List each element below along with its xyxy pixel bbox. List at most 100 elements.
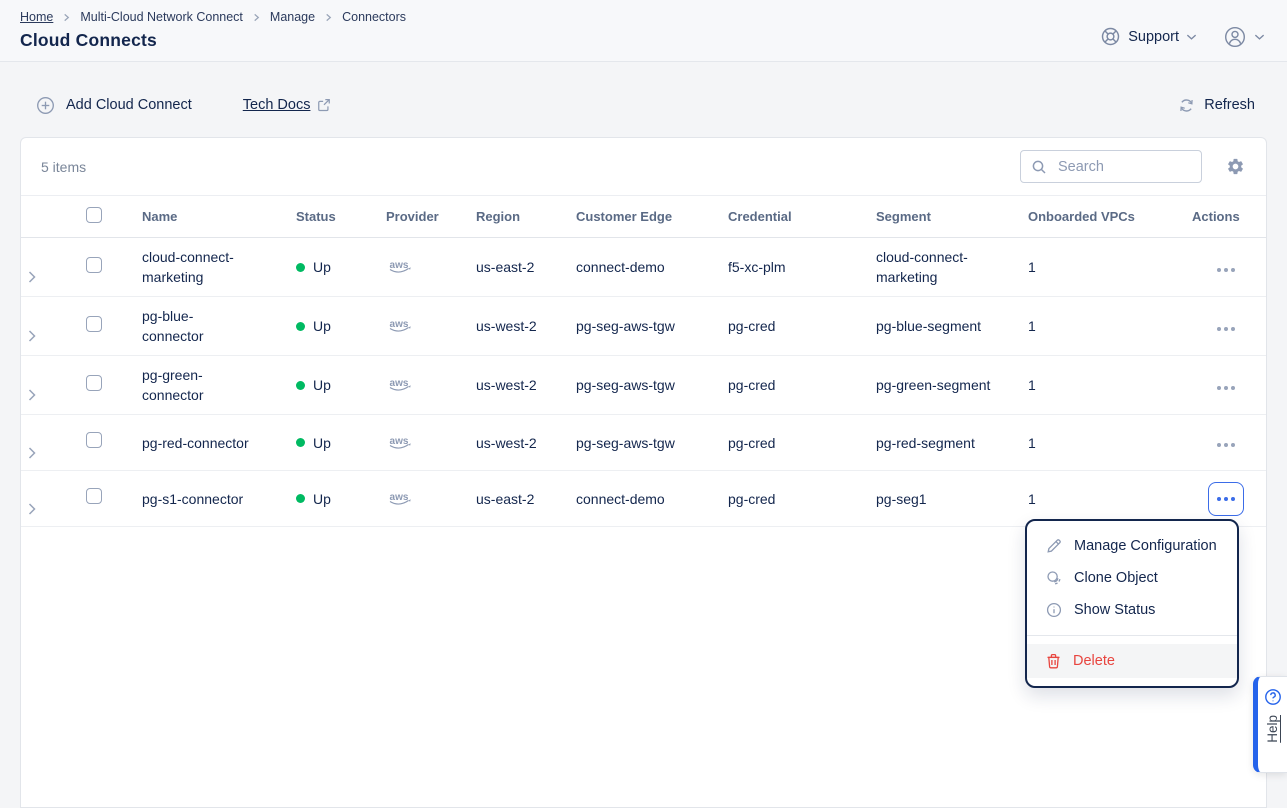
chevron-right-icon[interactable] <box>27 270 71 284</box>
table-row: pg-red-connector Up aws us-west-2 pg-seg… <box>21 415 1266 471</box>
svg-text:aws: aws <box>390 319 409 330</box>
cell-segment: pg-seg1 <box>870 471 1022 527</box>
external-link-icon <box>317 98 331 112</box>
menu-divider <box>1027 635 1237 636</box>
cell-customer-edge: pg-seg-aws-tgw <box>570 356 722 415</box>
support-label: Support <box>1128 29 1179 45</box>
cell-status: Up <box>290 356 380 415</box>
cell-region: us-east-2 <box>470 471 570 527</box>
cell-region: us-west-2 <box>470 297 570 356</box>
ellipsis-icon[interactable] <box>1211 437 1241 453</box>
chevron-right-icon[interactable] <box>27 388 71 402</box>
cell-name: pg-red-connector <box>136 415 290 471</box>
row-checkbox[interactable] <box>86 488 102 504</box>
header-segment: Segment <box>870 196 1022 238</box>
cell-status: Up <box>290 471 380 527</box>
breadcrumb-home[interactable]: Home <box>20 10 53 24</box>
ellipsis-icon[interactable] <box>1211 262 1241 278</box>
account-menu[interactable] <box>1223 25 1265 49</box>
cell-provider: aws <box>380 471 470 527</box>
cell-name: pg-blue-connector <box>136 297 290 356</box>
chevron-right-icon <box>324 13 333 22</box>
status-up-dot <box>296 322 305 331</box>
search-box[interactable] <box>1020 150 1202 183</box>
menu-item-show-status[interactable]: Show Status <box>1027 594 1237 626</box>
help-tab[interactable]: Help <box>1253 676 1287 773</box>
cell-customer-edge: connect-demo <box>570 471 722 527</box>
gear-icon[interactable] <box>1226 157 1245 176</box>
cell-region: us-east-2 <box>470 238 570 297</box>
cell-customer-edge: connect-demo <box>570 238 722 297</box>
cell-status: Up <box>290 238 380 297</box>
cell-credential: pg-cred <box>722 356 870 415</box>
row-actions-menu: Manage Configuration Clone Object Show S… <box>1025 519 1239 688</box>
search-icon <box>1031 159 1047 175</box>
cell-name: pg-green-connector <box>136 356 290 415</box>
cell-provider: aws <box>380 238 470 297</box>
card-header: 5 items <box>21 138 1266 195</box>
ellipsis-icon-active[interactable] <box>1208 482 1244 516</box>
chevron-right-icon[interactable] <box>27 502 71 516</box>
header-provider: Provider <box>380 196 470 238</box>
svg-text:aws: aws <box>390 492 409 503</box>
cell-segment: pg-red-segment <box>870 415 1022 471</box>
cell-credential: pg-cred <box>722 415 870 471</box>
avatar-icon <box>1223 25 1247 49</box>
refresh-label: Refresh <box>1204 97 1255 113</box>
aws-logo-icon: aws <box>386 490 414 508</box>
status-up-dot <box>296 438 305 447</box>
aws-logo-icon: aws <box>386 376 414 394</box>
cell-credential: pg-cred <box>722 471 870 527</box>
cell-segment: pg-blue-segment <box>870 297 1022 356</box>
breadcrumb: Home Multi-Cloud Network Connect Manage … <box>20 10 406 24</box>
cell-segment: cloud-connect-marketing <box>870 238 1022 297</box>
status-up-dot <box>296 381 305 390</box>
svg-text:aws: aws <box>390 260 409 271</box>
header-onboarded-vpcs: Onboarded VPCs <box>1022 196 1186 238</box>
row-checkbox[interactable] <box>86 316 102 332</box>
menu-item-manage-configuration[interactable]: Manage Configuration <box>1027 530 1237 562</box>
refresh-button[interactable]: Refresh <box>1178 97 1255 114</box>
pencil-icon <box>1046 538 1062 554</box>
ellipsis-icon[interactable] <box>1211 380 1241 396</box>
breadcrumb-connectors[interactable]: Connectors <box>342 10 406 24</box>
help-label: Help <box>1265 715 1280 743</box>
search-input[interactable] <box>1056 158 1191 176</box>
row-checkbox[interactable] <box>86 257 102 273</box>
menu-item-clone-object[interactable]: Clone Object <box>1027 562 1237 594</box>
breadcrumb-mcnc[interactable]: Multi-Cloud Network Connect <box>80 10 243 24</box>
chevron-right-icon <box>62 13 71 22</box>
page-title: Cloud Connects <box>20 30 406 51</box>
header-credential: Credential <box>722 196 870 238</box>
cell-provider: aws <box>380 356 470 415</box>
breadcrumb-manage[interactable]: Manage <box>270 10 315 24</box>
menu-item-delete[interactable]: Delete <box>1027 644 1237 678</box>
row-checkbox[interactable] <box>86 432 102 448</box>
table-row: cloud-connect-marketing Up aws us-east-2… <box>21 238 1266 297</box>
svg-text:aws: aws <box>390 436 409 447</box>
cell-provider: aws <box>380 415 470 471</box>
cell-onboarded-vpcs: 1 <box>1022 356 1186 415</box>
cell-region: us-west-2 <box>470 415 570 471</box>
row-checkbox[interactable] <box>86 375 102 391</box>
top-bar-right: Support <box>1100 12 1265 61</box>
tech-docs-link[interactable]: Tech Docs <box>243 97 332 113</box>
chevron-right-icon <box>252 13 261 22</box>
cell-region: us-west-2 <box>470 356 570 415</box>
chevron-right-icon[interactable] <box>27 329 71 343</box>
cell-name: pg-s1-connector <box>136 471 290 527</box>
header-expand <box>21 196 77 238</box>
chevron-down-icon <box>1254 33 1265 41</box>
cell-customer-edge: pg-seg-aws-tgw <box>570 297 722 356</box>
chevron-down-icon <box>1186 33 1197 41</box>
cloud-connects-card: 5 items Name Status <box>20 137 1267 808</box>
cell-status: Up <box>290 297 380 356</box>
support-menu[interactable]: Support <box>1100 26 1197 47</box>
select-all-checkbox[interactable] <box>86 207 102 223</box>
chevron-right-icon[interactable] <box>27 446 71 460</box>
trash-icon <box>1046 653 1061 669</box>
aws-logo-icon: aws <box>386 258 414 276</box>
ellipsis-icon[interactable] <box>1211 321 1241 337</box>
cell-onboarded-vpcs: 1 <box>1022 297 1186 356</box>
add-cloud-connect-button[interactable]: Add Cloud Connect <box>36 96 192 115</box>
